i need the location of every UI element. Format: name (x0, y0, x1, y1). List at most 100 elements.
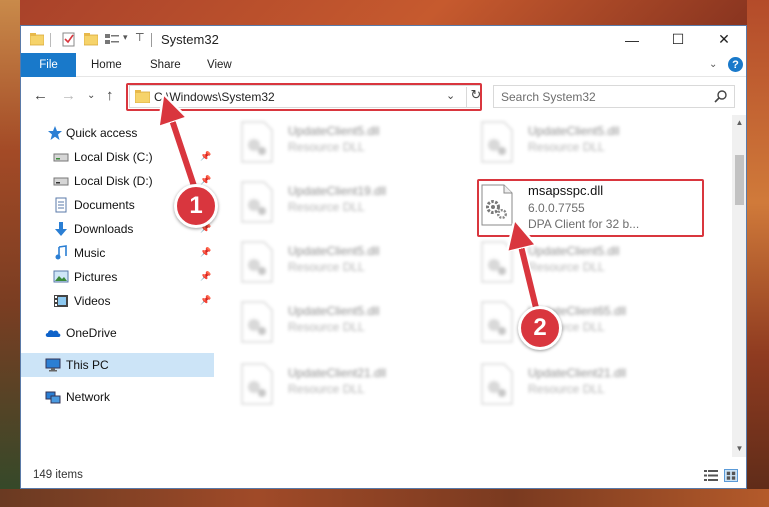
sidebar-item-label: Local Disk (D:) (74, 174, 153, 188)
file-item[interactable]: UpdateClient5.dll Resource DLL (236, 299, 466, 347)
sidebar-item-label: Quick access (66, 126, 138, 140)
status-bar: 149 items (21, 464, 746, 488)
dll-file-icon (481, 121, 513, 163)
dll-file-icon (241, 301, 273, 343)
sidebar-item-pictures[interactable]: Pictures 📌 (21, 265, 214, 289)
tab-share[interactable]: Share (150, 53, 181, 77)
forward-button[interactable]: → (61, 87, 76, 104)
maximize-button[interactable]: ☐ (655, 26, 701, 53)
file-name: UpdateClient19.dll (288, 184, 387, 198)
scroll-down-icon[interactable]: ▼ (732, 441, 746, 457)
file-item[interactable]: UpdateClient5.dll Resource DLL (476, 239, 706, 287)
pictures-icon (53, 270, 69, 283)
file-type: Resource DLL (528, 140, 605, 154)
quick-access-toolbar-dropdown-icon[interactable]: ⊤ (135, 31, 145, 44)
pin-icon[interactable]: 📌 (200, 247, 211, 258)
file-item[interactable]: UpdateClient5.dll Resource DLL (236, 239, 466, 287)
file-name: UpdateClient5.dll (288, 124, 380, 138)
step-2-badge: 2 (518, 306, 562, 350)
file-type: Resource DLL (528, 382, 605, 396)
title-bar: ▾ ⊤ System32 — ☐ ✕ (21, 26, 746, 53)
window-title: System32 (161, 32, 219, 47)
dll-file-icon (241, 241, 273, 283)
search-input[interactable]: Search System32 (501, 90, 596, 104)
sidebar-item-label: Videos (74, 294, 111, 308)
sidebar-item-quick-access[interactable]: Quick access (21, 121, 214, 145)
file-type: Resource DLL (288, 200, 365, 214)
pin-icon[interactable]: 📌 (200, 295, 211, 306)
computer-icon (45, 358, 61, 372)
dll-file-icon (241, 121, 273, 163)
sidebar-item-label: OneDrive (66, 326, 117, 340)
file-highlight-box (477, 179, 704, 237)
sidebar-item-onedrive[interactable]: OneDrive (21, 321, 214, 345)
file-type: Resource DLL (288, 260, 365, 274)
file-type: Resource DLL (528, 260, 605, 274)
documents-icon (55, 197, 67, 213)
minimize-button[interactable]: — (609, 26, 655, 53)
file-list: UpdateClient5.dll Resource DLL UpdateCli… (214, 115, 732, 457)
ribbon-tabs: File Home Share View ⌄ ? (21, 53, 746, 77)
tab-home[interactable]: Home (91, 53, 122, 77)
tab-view[interactable]: View (207, 53, 232, 77)
vertical-scrollbar[interactable]: ▲ ▼ (732, 115, 746, 457)
file-item[interactable]: UpdateClient5.dll Resource DLL (236, 119, 466, 167)
sidebar-item-label: Network (66, 390, 111, 404)
file-item[interactable]: UpdateClient21.dll Resource DLL (476, 361, 706, 409)
music-icon (55, 245, 67, 260)
recent-locations-button[interactable]: ⌄ (87, 90, 95, 101)
file-item[interactable]: UpdateClient5.dll Resource DLL (476, 119, 706, 167)
folder-icon (30, 33, 44, 46)
sidebar-item-label: Downloads (74, 222, 134, 236)
drive-icon (53, 153, 69, 162)
scroll-up-icon[interactable]: ▲ (732, 115, 746, 131)
desktop-background-left (0, 0, 20, 507)
download-icon (55, 222, 67, 236)
file-name: UpdateClient21.dll (288, 366, 387, 380)
address-row: ← → ⌄ ↑ C:\Windows\System32 ⌄ ↻ Search S… (21, 77, 746, 115)
file-name: UpdateClient5.dll (288, 244, 380, 258)
sidebar-item-label: Local Disk (C:) (74, 150, 153, 164)
tab-file[interactable]: File (21, 53, 76, 77)
file-name: UpdateClient5.dll (528, 244, 620, 258)
pin-icon[interactable]: 📌 (200, 271, 211, 282)
back-button[interactable]: ← (33, 87, 48, 104)
file-type: Resource DLL (288, 320, 365, 334)
close-button[interactable]: ✕ (701, 26, 746, 53)
new-folder-icon[interactable] (84, 32, 98, 46)
star-icon (48, 126, 62, 140)
network-icon (45, 391, 61, 404)
large-icons-view-icon[interactable] (724, 469, 738, 482)
sidebar-item-music[interactable]: Music 📌 (21, 241, 214, 265)
file-explorer-window: ▾ ⊤ System32 — ☐ ✕ File Home Share View … (20, 25, 747, 489)
customize-toolbar-icon[interactable] (105, 32, 121, 46)
search-icon[interactable] (714, 89, 728, 103)
details-view-icon[interactable] (704, 469, 718, 482)
drive-icon (53, 177, 69, 186)
dll-file-icon (481, 301, 513, 343)
file-type: Resource DLL (288, 382, 365, 396)
dll-file-icon (481, 363, 513, 405)
sidebar-item-this-pc[interactable]: This PC (21, 353, 214, 377)
file-item[interactable]: UpdateClient19.dll Resource DLL (236, 179, 466, 227)
sidebar-item-videos[interactable]: Videos 📌 (21, 289, 214, 313)
up-button[interactable]: ↑ (106, 87, 114, 104)
sidebar-item-network[interactable]: Network (21, 385, 214, 409)
dll-file-icon (241, 181, 273, 223)
videos-icon (54, 295, 68, 307)
file-name: UpdateClient5.dll (288, 304, 380, 318)
sidebar-item-label: This PC (66, 358, 109, 372)
scrollbar-thumb[interactable] (735, 155, 744, 205)
desktop-background-right (747, 0, 769, 507)
file-item[interactable]: UpdateClient21.dll Resource DLL (236, 361, 466, 409)
help-icon[interactable]: ? (728, 57, 743, 72)
pin-icon[interactable]: 📌 (200, 151, 211, 162)
file-item[interactable]: UpdateClient65.dll Resource DLL (476, 299, 706, 347)
search-box[interactable]: Search System32 (493, 85, 735, 108)
chevron-down-icon[interactable]: ▾ (123, 32, 128, 43)
file-type: Resource DLL (288, 140, 365, 154)
sidebar-item-local-disk-c[interactable]: Local Disk (C:) 📌 (21, 145, 214, 169)
properties-icon[interactable] (62, 32, 76, 47)
sidebar-item-label: Music (74, 246, 106, 260)
expand-ribbon-icon[interactable]: ⌄ (709, 59, 717, 70)
